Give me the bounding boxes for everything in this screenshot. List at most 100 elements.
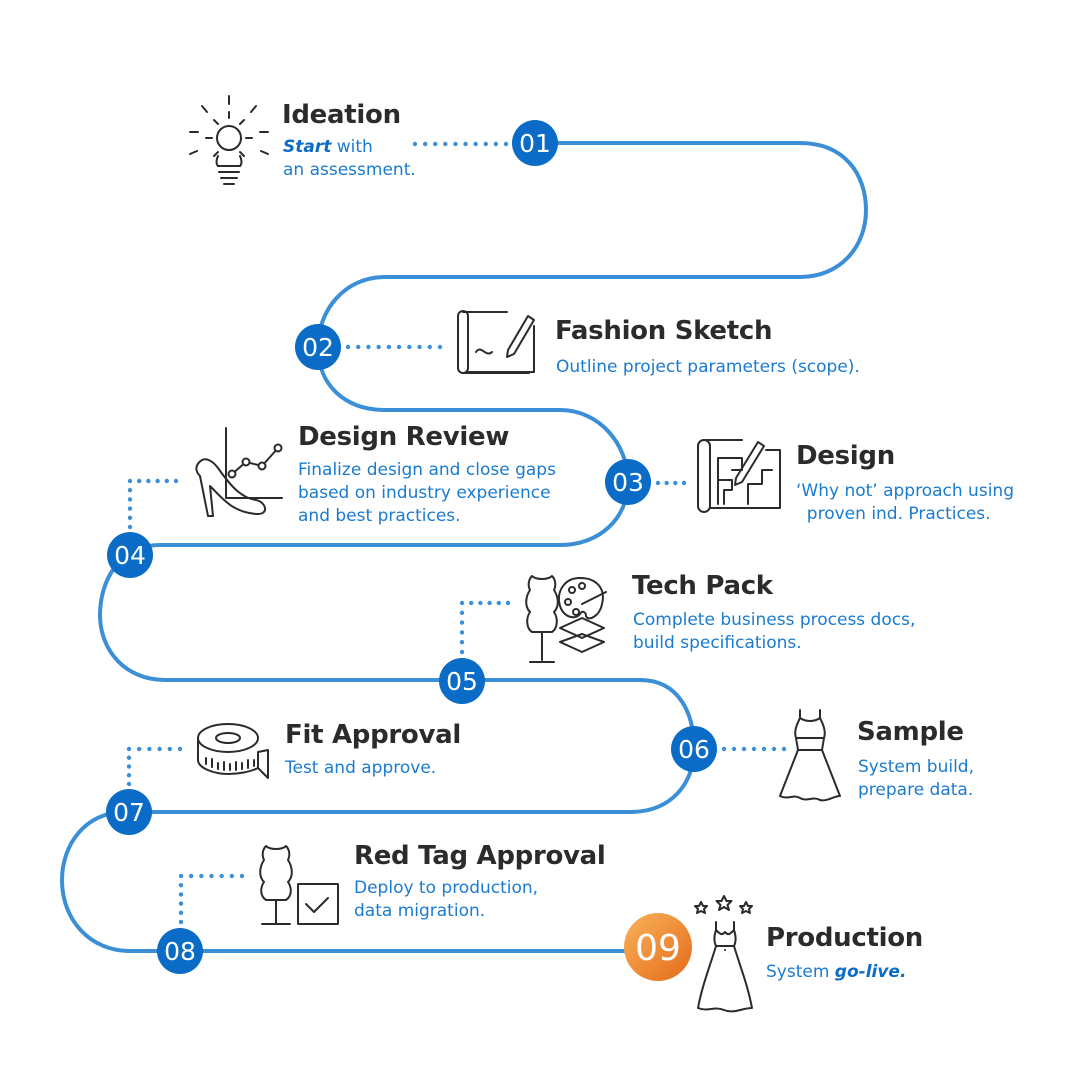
step-desc-production: System go-live.: [766, 961, 906, 984]
badge-07[interactable]: 07: [106, 789, 152, 835]
desc-line: Complete business process docs,: [633, 610, 916, 630]
dotted-connectors: [126, 141, 787, 925]
step-title-sample: Sample: [857, 717, 964, 747]
connector-dot: [437, 344, 443, 350]
connector-01: [412, 141, 509, 147]
connector-dot: [127, 497, 133, 502]
connector-dot: [126, 755, 132, 760]
connector-dot: [761, 746, 767, 752]
badge-number: 03: [612, 468, 644, 497]
badge-number: 01: [519, 129, 551, 158]
step-desc-ideation: Start with an assessment.: [283, 136, 416, 182]
connector-dot: [178, 910, 184, 915]
step-desc-red-tag-approval: Deploy to production, data migration.: [354, 877, 538, 923]
step-desc-fit-approval: Test and approve.: [285, 757, 436, 780]
step-title-design-review: Design Review: [298, 422, 510, 452]
badge-number: 08: [164, 937, 196, 966]
step-title-red-tag-approval: Red Tag Approval: [354, 841, 606, 871]
connector-dot: [137, 746, 142, 752]
step-desc-fashion-sketch: Outline project parameters (scope).: [556, 356, 860, 379]
connector-06: [721, 746, 787, 752]
connector-dot: [664, 480, 669, 486]
connector-dot: [771, 746, 777, 752]
connector-03: [655, 480, 687, 486]
connector-07: [126, 746, 183, 787]
badge-05[interactable]: 05: [439, 658, 485, 704]
connector-dot: [493, 141, 499, 147]
connector-dot: [157, 746, 162, 752]
blueprint-icon: [694, 434, 784, 518]
connector-dot: [127, 524, 133, 530]
connector-dot: [478, 600, 483, 606]
dress-icon: [778, 708, 842, 808]
connector-dot: [443, 141, 448, 147]
desc-line: Test and approve.: [285, 758, 437, 778]
connector-dot: [459, 610, 465, 615]
connector-dot: [422, 141, 428, 147]
connector-dot: [164, 478, 169, 484]
step-title-design: Design: [796, 441, 895, 471]
step-title-production: Production: [766, 923, 923, 953]
sketch-scroll-icon: [454, 310, 538, 384]
connector-dot: [407, 344, 412, 350]
step-desc-design: ‘Why not’ approach using proven ind. Pra…: [796, 480, 1014, 526]
connector-05: [459, 600, 511, 655]
connector-dot: [167, 746, 172, 752]
connector-dot: [146, 478, 151, 484]
desc-line: build specifications.: [633, 633, 802, 653]
desc-line: Outline project parameters (scope).: [556, 357, 860, 377]
lightbulb-gear-icon: [188, 95, 270, 192]
connector-dot: [126, 764, 132, 769]
desc-line: prepare data.: [858, 780, 974, 800]
connector-dot: [483, 141, 488, 147]
desc-line: and best practices.: [298, 506, 461, 526]
badge-number: 07: [113, 798, 145, 827]
measuring-tape-icon: [194, 720, 274, 784]
connector-dot: [655, 480, 661, 486]
desc-line: Deploy to production,: [354, 878, 539, 898]
connector-dot: [177, 746, 183, 752]
desc-emphasis: go-live.: [834, 962, 907, 982]
connector-dot: [505, 600, 511, 606]
step-desc-tech-pack: Complete business process docs, build spe…: [633, 609, 915, 655]
badge-08[interactable]: 08: [157, 928, 203, 974]
step-desc-design-review: Finalize design and close gaps based on i…: [298, 459, 556, 528]
connector-dot: [356, 344, 361, 350]
connector-dot: [178, 873, 184, 879]
connector-dot: [126, 773, 132, 778]
badge-01[interactable]: 01: [512, 120, 558, 166]
step-title-ideation: Ideation: [282, 100, 401, 130]
connector-dot: [741, 746, 747, 752]
connector-dot: [178, 883, 184, 888]
connector-dot: [188, 873, 194, 879]
badge-number: 05: [446, 667, 478, 696]
desc-line: System build,: [858, 757, 975, 777]
connector-dot: [126, 746, 132, 752]
connector-dot: [459, 620, 465, 625]
roadmap-path: [59, 141, 869, 953]
connector-dot: [453, 141, 458, 147]
desc-line: based on industry experience: [298, 483, 551, 503]
connector-dot: [366, 344, 371, 350]
badge-03[interactable]: 03: [605, 459, 651, 505]
step-title-tech-pack: Tech Pack: [632, 571, 773, 601]
connector-dot: [126, 781, 132, 787]
badge-number: 04: [114, 541, 146, 570]
mannequin-palette-icon: [520, 572, 620, 670]
connector-dot: [417, 344, 422, 350]
desc-prefix: System: [766, 962, 835, 982]
connector-08: [178, 873, 245, 925]
connector-dot: [127, 506, 133, 511]
connector-dot: [178, 901, 184, 906]
connector-dot: [127, 515, 133, 520]
roadmap-diagram: 01 02 03 04 05 06 07 08 09: [59, 120, 869, 981]
gown-stars-icon: [694, 895, 756, 1020]
badge-02[interactable]: 02: [295, 324, 341, 370]
connector-dot: [199, 873, 204, 879]
connector-dot: [751, 746, 757, 752]
desc-line: data migration.: [354, 901, 486, 921]
step-title-fashion-sketch: Fashion Sketch: [555, 316, 773, 346]
badge-04[interactable]: 04: [107, 532, 153, 578]
badge-06[interactable]: 06: [671, 726, 717, 772]
badge-09[interactable]: 09: [624, 913, 692, 981]
